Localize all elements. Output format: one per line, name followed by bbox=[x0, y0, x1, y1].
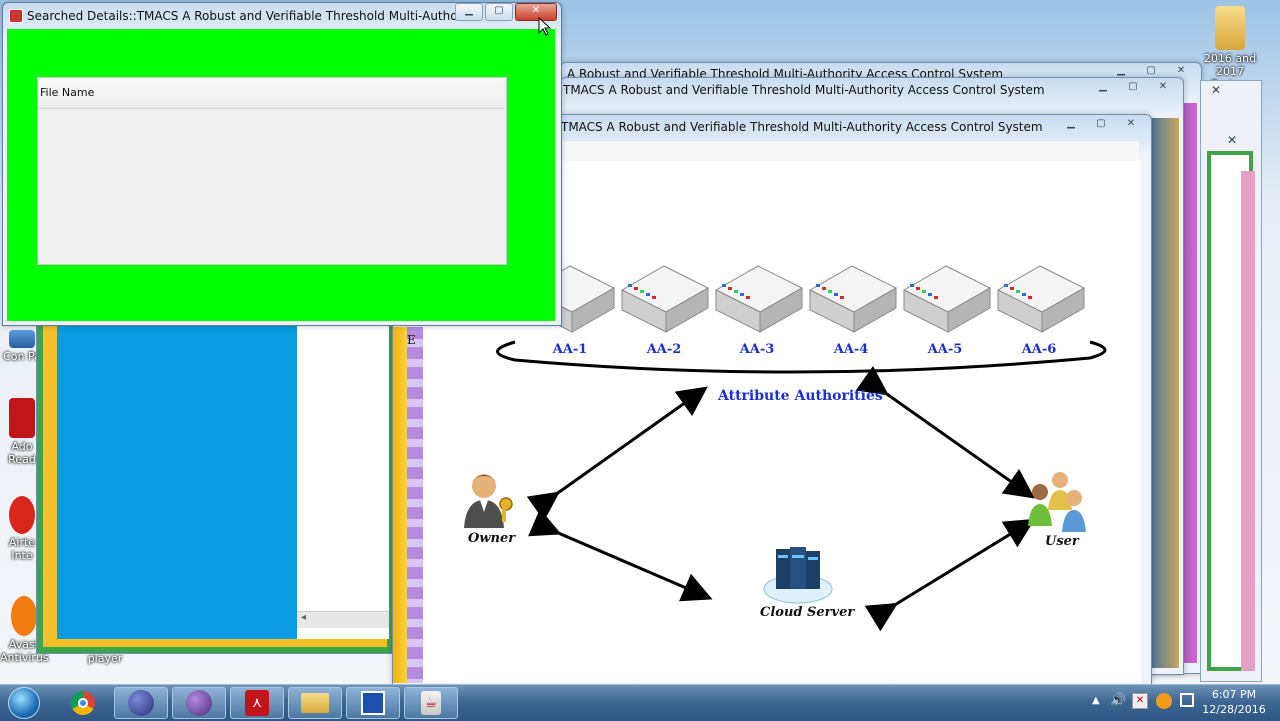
chrome-icon[interactable] bbox=[56, 687, 110, 719]
action-center-icon[interactable] bbox=[1180, 693, 1194, 707]
minimize-button[interactable]: ▁ bbox=[455, 3, 483, 21]
arrow-cloud-user bbox=[864, 518, 1036, 632]
cloud-server-label: Cloud Server bbox=[760, 605, 855, 620]
owner-label: Owner bbox=[468, 531, 516, 546]
arrow-authorities-user bbox=[855, 365, 1035, 499]
column-header-file-name[interactable]: File Name bbox=[40, 86, 94, 99]
server-box-icon bbox=[902, 265, 992, 333]
java-icon[interactable]: ☕ bbox=[404, 687, 458, 719]
aa-label-6: AA-6 bbox=[1021, 342, 1057, 357]
arrow-owner-authorities bbox=[526, 386, 708, 522]
volume-icon[interactable]: 🔊 bbox=[1110, 693, 1126, 708]
server-box-icon bbox=[620, 265, 710, 333]
clock-time[interactable]: 6:07 PM bbox=[1202, 688, 1266, 701]
file-table[interactable]: File Name bbox=[37, 77, 507, 265]
searched-details-title: Searched Details::TMACS A Robust and Ver… bbox=[27, 9, 457, 23]
cloud-server-icon bbox=[763, 547, 833, 604]
aa-label-5: AA-5 bbox=[927, 342, 963, 357]
searched-details-window[interactable]: Searched Details::TMACS A Robust and Ver… bbox=[2, 2, 562, 326]
adobe-pdf-icon[interactable]: ⋏ bbox=[230, 687, 284, 719]
server-box-icon bbox=[714, 265, 804, 333]
arrow-owner-cloud bbox=[528, 508, 713, 602]
aa-label-4: AA-4 bbox=[833, 342, 869, 357]
content-panel: File Name bbox=[7, 29, 555, 321]
app-window-icon[interactable] bbox=[346, 687, 400, 719]
server-box-icon bbox=[996, 265, 1086, 333]
maximize-button[interactable]: ▢ bbox=[485, 3, 513, 21]
owner-icon bbox=[464, 474, 513, 528]
server-box-icon bbox=[808, 265, 898, 333]
eclipse-icon[interactable] bbox=[114, 687, 168, 719]
taskbar: ⋏ ☕ ▲ 🔊 ✕ 6:07 PM 12/28/2016 bbox=[0, 684, 1280, 721]
network-icon[interactable]: ✕ bbox=[1132, 693, 1148, 709]
file-explorer-icon[interactable] bbox=[288, 687, 342, 719]
java-icon bbox=[9, 9, 23, 23]
avast-tray-icon[interactable] bbox=[1156, 693, 1172, 709]
attribute-authorities-label: Attribute Authorities bbox=[718, 388, 883, 404]
table-header: File Name bbox=[38, 78, 504, 109]
aa-label-3: AA-3 bbox=[739, 342, 775, 357]
user-group-icon bbox=[1028, 472, 1086, 532]
clock-date[interactable]: 12/28/2016 bbox=[1202, 703, 1266, 716]
show-hidden-icons-icon[interactable]: ▲ bbox=[1092, 695, 1100, 706]
start-button[interactable] bbox=[2, 687, 46, 719]
user-label: User bbox=[1045, 534, 1079, 549]
aa-label-1: AA-1 bbox=[552, 342, 588, 357]
mouse-cursor-icon bbox=[538, 17, 552, 36]
aa-label-2: AA-2 bbox=[646, 342, 682, 357]
eclipse-alt-icon[interactable] bbox=[172, 687, 226, 719]
